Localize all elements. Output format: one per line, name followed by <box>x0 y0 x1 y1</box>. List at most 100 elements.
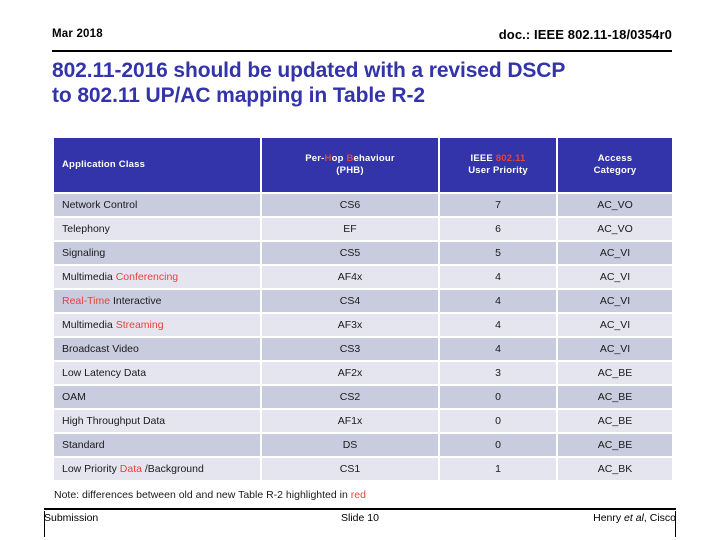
cell-user-priority: 0 <box>440 386 556 408</box>
phb-label-abbrev: (PHB) <box>336 165 364 176</box>
table-note: Note: differences between old and new Ta… <box>54 489 366 501</box>
footer-authors: Henry et al, Cisco <box>593 512 676 524</box>
phb-label-b-red: B <box>346 153 354 164</box>
cell-access-category: AC_BE <box>558 386 672 408</box>
cell-per-hop-behaviour: CS6 <box>262 194 438 216</box>
footer-authors-etal: et al <box>624 512 644 524</box>
cell-access-category: AC_BK <box>558 458 672 480</box>
table-header-row: Application Class Per-Hop Behaviour (PHB… <box>54 138 672 192</box>
page-title-line-2: to 802.11 UP/AC mapping in Table R-2 <box>52 84 425 107</box>
cell-user-priority: 4 <box>440 338 556 360</box>
cell-per-hop-behaviour: AF3x <box>262 314 438 336</box>
cell-user-priority: 4 <box>440 266 556 288</box>
table-row: Network Control CS6 7 AC_VO <box>54 194 672 216</box>
table-row: Standard DS 0 AC_BE <box>54 434 672 456</box>
cell-access-category: AC_VI <box>558 266 672 288</box>
app-class-text: Signaling <box>62 247 106 259</box>
table-row: Multimedia Conferencing AF4x 4 AC_VI <box>54 266 672 288</box>
header-date: Mar 2018 <box>52 28 103 40</box>
cell-access-category: AC_VI <box>558 242 672 264</box>
table-row: Low Priority Data /Background CS1 1 AC_BK <box>54 458 672 480</box>
table-row: Multimedia Streaming AF3x 4 AC_VI <box>54 314 672 336</box>
cell-user-priority: 1 <box>440 458 556 480</box>
cell-access-category: AC_BE <box>558 434 672 456</box>
cell-per-hop-behaviour: EF <box>262 218 438 240</box>
dscp-up-ac-mapping-table: Application Class Per-Hop Behaviour (PHB… <box>52 136 674 482</box>
app-class-text: Multimedia <box>62 271 116 283</box>
cell-user-priority: 3 <box>440 362 556 384</box>
cell-application-class: Network Control <box>54 194 260 216</box>
app-class-text: Low Priority <box>62 463 120 475</box>
app-class-text: Broadcast Video <box>62 343 139 355</box>
phb-label-part-2: op <box>331 153 347 164</box>
phb-label-h-red: H <box>324 153 332 164</box>
footer-authors-affiliation: , Cisco <box>643 512 676 524</box>
table-row: Signaling CS5 5 AC_VI <box>54 242 672 264</box>
cell-access-category: AC_BE <box>558 362 672 384</box>
app-class-text: Standard <box>62 439 105 451</box>
app-class-text: Network Control <box>62 199 138 211</box>
cell-application-class: Multimedia Conferencing <box>54 266 260 288</box>
column-header-access-category: Access Category <box>558 138 672 192</box>
cell-application-class: Broadcast Video <box>54 338 260 360</box>
cell-per-hop-behaviour: CS5 <box>262 242 438 264</box>
table-row: Broadcast Video CS3 4 AC_VI <box>54 338 672 360</box>
cell-per-hop-behaviour: AF4x <box>262 266 438 288</box>
app-class-highlight: Streaming <box>115 319 164 331</box>
phb-label-part-3: ehaviour <box>353 153 395 164</box>
cell-access-category: AC_VO <box>558 218 672 240</box>
cell-access-category: AC_VO <box>558 194 672 216</box>
cell-per-hop-behaviour: AF2x <box>262 362 438 384</box>
cell-access-category: AC_BE <box>558 410 672 432</box>
cell-access-category: AC_VI <box>558 314 672 336</box>
app-class-text: /Background <box>141 463 204 475</box>
cell-per-hop-behaviour: CS1 <box>262 458 438 480</box>
cell-user-priority: 7 <box>440 194 556 216</box>
cell-user-priority: 0 <box>440 410 556 432</box>
cell-user-priority: 4 <box>440 290 556 312</box>
column-header-per-hop-behaviour: Per-Hop Behaviour (PHB) <box>262 138 438 192</box>
page-title-line-1: 802.11-2016 should be updated with a rev… <box>52 59 566 82</box>
cell-per-hop-behaviour: CS2 <box>262 386 438 408</box>
cell-per-hop-behaviour: AF1x <box>262 410 438 432</box>
cell-user-priority: 5 <box>440 242 556 264</box>
app-class-text: Telephony <box>62 223 110 235</box>
table-row: Telephony EF 6 AC_VO <box>54 218 672 240</box>
cell-application-class: OAM <box>54 386 260 408</box>
table-row: High Throughput Data AF1x 0 AC_BE <box>54 410 672 432</box>
app-class-highlight: Conferencing <box>115 271 179 283</box>
cell-access-category: AC_VI <box>558 290 672 312</box>
slide-footer: Submission Slide 10 Henry et al, Cisco <box>44 511 676 537</box>
header-doc-reference: doc.: IEEE 802.11-18/0354r0 <box>498 27 672 42</box>
cell-application-class: High Throughput Data <box>54 410 260 432</box>
footer-slide-number: Slide 10 <box>341 512 379 524</box>
cell-user-priority: 6 <box>440 218 556 240</box>
table-row: Low Latency Data AF2x 3 AC_BE <box>54 362 672 384</box>
cell-application-class: Multimedia Streaming <box>54 314 260 336</box>
cell-user-priority: 0 <box>440 434 556 456</box>
slide: Mar 2018 doc.: IEEE 802.11-18/0354r0 802… <box>0 0 720 540</box>
page-title: 802.11-2016 should be updated with a rev… <box>52 58 682 108</box>
app-class-highlight: Data <box>119 463 142 475</box>
table-row: Real-Time Interactive CS4 4 AC_VI <box>54 290 672 312</box>
app-class-text: High Throughput Data <box>62 415 166 427</box>
phb-label-part-1: Per- <box>305 153 325 164</box>
table-header: Application Class Per-Hop Behaviour (PHB… <box>54 138 672 192</box>
cell-user-priority: 4 <box>440 314 556 336</box>
column-header-application-class: Application Class <box>54 138 260 192</box>
app-class-highlight: Real-Time <box>62 295 111 307</box>
cell-application-class: Real-Time Interactive <box>54 290 260 312</box>
cell-application-class: Low Priority Data /Background <box>54 458 260 480</box>
up-label-ieee: IEEE <box>470 153 496 164</box>
table-note-text: Note: differences between old and new Ta… <box>54 489 351 501</box>
cell-per-hop-behaviour: CS4 <box>262 290 438 312</box>
cell-application-class: Signaling <box>54 242 260 264</box>
app-class-text: Interactive <box>110 295 162 307</box>
table-note-red-word: red <box>350 489 366 501</box>
up-label-line-2: User Priority <box>468 165 528 176</box>
slide-header: Mar 2018 doc.: IEEE 802.11-18/0354r0 <box>52 26 672 52</box>
ac-label-line-2: Category <box>593 165 637 176</box>
footer-authors-name: Henry <box>593 512 625 524</box>
app-class-text: OAM <box>62 391 86 403</box>
up-label-standard-red: 802.11 <box>495 153 526 164</box>
